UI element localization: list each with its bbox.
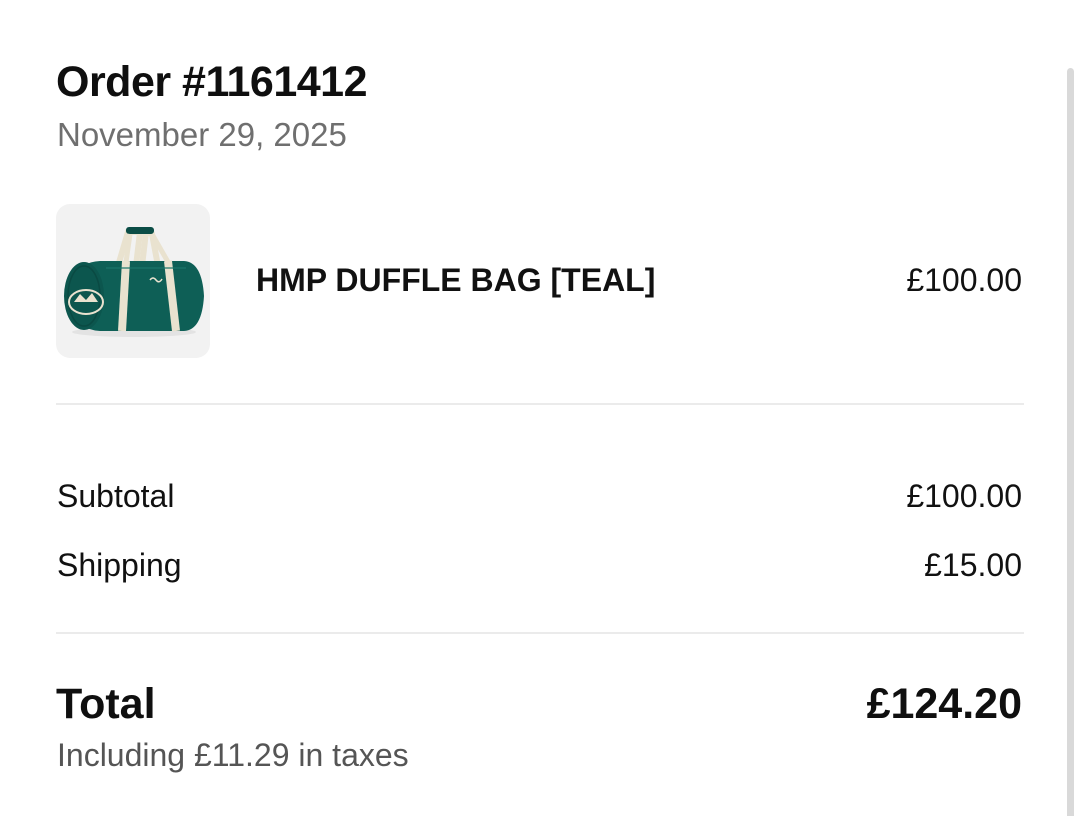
divider [56, 632, 1024, 634]
subtotal-value: £100.00 [906, 478, 1022, 514]
line-item-price: £100.00 [906, 262, 1022, 298]
subtotal-label: Subtotal [57, 478, 175, 514]
product-thumbnail[interactable] [56, 204, 210, 358]
order-title: Order #1161412 [56, 58, 368, 106]
order-date: November 29, 2025 [57, 116, 347, 153]
divider [56, 403, 1024, 405]
scrollbar[interactable] [1060, 0, 1080, 816]
scrollbar-thumb[interactable] [1067, 68, 1074, 816]
total-label: Total [56, 680, 156, 728]
taxes-note: Including £11.29 in taxes [57, 737, 409, 773]
line-item-name: HMP DUFFLE BAG [TEAL] [256, 262, 656, 298]
shipping-value: £15.00 [924, 547, 1022, 583]
order-summary-page: Order #1161412 November 29, 2025 HMP DUF… [0, 0, 1080, 816]
shipping-label: Shipping [57, 547, 182, 583]
total-value: £124.20 [866, 680, 1022, 728]
teal-duffle-bag-image [64, 227, 204, 337]
